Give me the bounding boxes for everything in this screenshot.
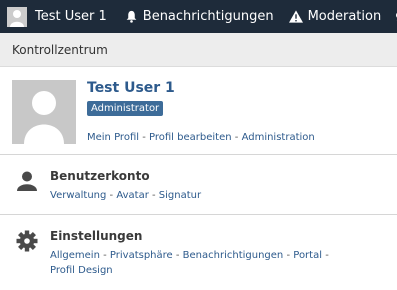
link-avatar[interactable]: Avatar (116, 190, 148, 201)
section-settings: Einstellungen Allgemein - Privatsphäre -… (0, 215, 397, 287)
top-navigation-bar: Test User 1 Benachrichtigungen Moderatio… (0, 0, 397, 33)
panel-title: Kontrollzentrum (0, 33, 397, 67)
link-allgemein[interactable]: Allgemein (50, 250, 100, 261)
link-administration[interactable]: Administration (242, 132, 315, 143)
section-settings-title: Einstellungen (50, 229, 143, 243)
section-settings-links: Allgemein - Privatsphäre - Benachrichtig… (50, 250, 329, 276)
link-privatsphaere[interactable]: Privatsphäre (110, 250, 173, 261)
nav-notifications[interactable]: Benachrichtigungen (125, 0, 274, 33)
bell-icon (125, 10, 138, 23)
link-my-profile[interactable]: Mein Profil (87, 132, 139, 143)
section-account-links: Verwaltung - Avatar - Signatur (50, 190, 202, 201)
nav-moderation[interactable]: Moderation (288, 0, 382, 33)
user-avatar-icon (7, 6, 27, 27)
profile-links: Mein Profil - Profil bearbeiten - Admini… (87, 132, 315, 143)
user-icon (16, 170, 38, 196)
user-menu[interactable]: Test User 1 (0, 0, 107, 33)
warning-icon (288, 10, 303, 23)
avatar[interactable] (12, 80, 76, 144)
profile-name[interactable]: Test User 1 (87, 80, 175, 96)
section-account: Benutzerkonto Verwaltung - Avatar - Sign… (0, 155, 397, 215)
link-profil-design[interactable]: Profil Design (50, 265, 113, 276)
link-edit-profile[interactable]: Profil bearbeiten (149, 132, 232, 143)
link-portal[interactable]: Portal (293, 250, 322, 261)
link-benachrichtigungen[interactable]: Benachrichtigungen (183, 250, 284, 261)
gear-icon (16, 230, 38, 256)
role-badge: Administrator (87, 101, 164, 116)
link-verwaltung[interactable]: Verwaltung (50, 190, 106, 201)
nav-moderation-label: Moderation (307, 9, 382, 24)
user-menu-label: Test User 1 (35, 9, 107, 24)
profile-summary: Test User 1 Administrator Mein Profil - … (0, 67, 397, 155)
section-account-title: Benutzerkonto (50, 169, 150, 183)
link-signatur[interactable]: Signatur (159, 190, 201, 201)
nav-notifications-label: Benachrichtigungen (142, 9, 274, 24)
